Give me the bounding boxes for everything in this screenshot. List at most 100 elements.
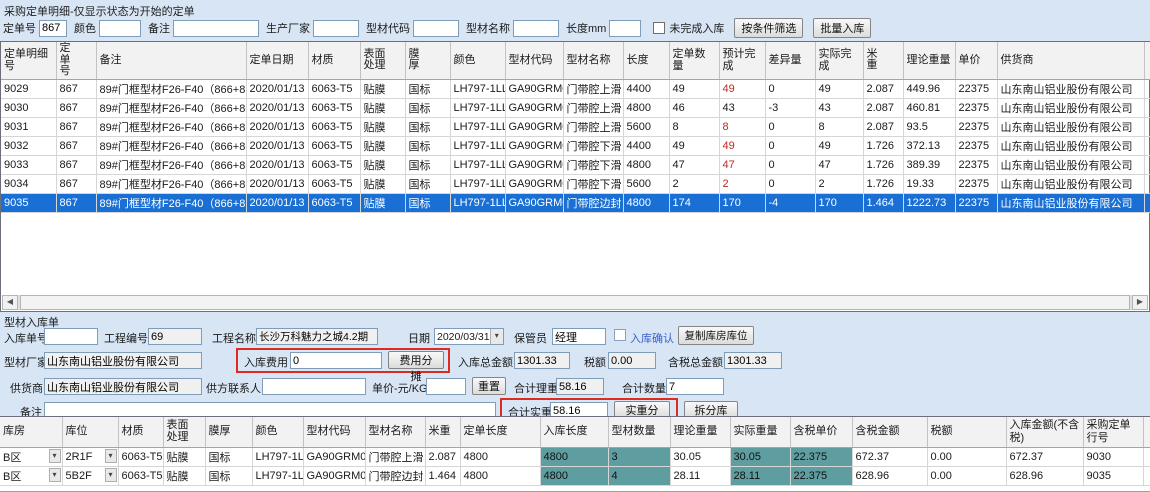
chevron-down-icon[interactable]: ▾ <box>105 449 117 463</box>
table-cell[interactable]: 1.464 <box>425 466 460 485</box>
table-cell[interactable]: 山东南山铝业股份有限公司 <box>997 117 1144 136</box>
column-header[interactable]: 型材数量 <box>608 417 670 447</box>
table-cell[interactable]: 4800 <box>623 155 669 174</box>
table-cell[interactable]: 山东南山铝业股份有限公司 <box>997 136 1144 155</box>
table-cell[interactable]: 贴膜 <box>360 193 405 212</box>
fee-allocate-button[interactable]: 费用分摊 <box>388 351 444 369</box>
tax-input[interactable] <box>608 352 656 369</box>
table-cell[interactable]: 门带腔上滑 <box>365 447 425 466</box>
column-header[interactable]: 入库长度 <box>540 417 608 447</box>
table-cell[interactable]: 47 <box>815 155 863 174</box>
table-cell[interactable]: 国标 <box>405 98 450 117</box>
table-cell[interactable]: 4 <box>608 466 670 485</box>
table-cell[interactable]: 672.37 <box>1006 447 1083 466</box>
unit-price-input[interactable] <box>426 378 466 395</box>
table-cell[interactable]: 0 <box>765 155 815 174</box>
table-cell[interactable]: 门带腔下滑 <box>563 155 623 174</box>
table-cell[interactable]: 372.13 <box>903 136 955 155</box>
table-cell[interactable]: 867 <box>56 174 96 193</box>
table-row[interactable]: B区▾5B2F▾6063-T5贴膜国标LH797-1LL0GA90GRM05门带… <box>0 466 1150 485</box>
table-cell[interactable]: 89#门框型材F26-F40（866+867） <box>96 98 246 117</box>
table-cell[interactable]: 国标 <box>205 447 252 466</box>
table-cell[interactable]: 2 <box>815 174 863 193</box>
table-cell[interactable]: 贴膜 <box>360 98 405 117</box>
scroll-right-icon[interactable]: ▶ <box>1132 295 1148 310</box>
table-cell[interactable]: GA90GRM03 <box>505 117 563 136</box>
table-cell[interactable]: 460.81 <box>903 98 955 117</box>
copy-location-button[interactable]: 复制库房库位 <box>678 326 754 345</box>
table-row[interactable]: 903286789#门框型材F26-F40（866+867）2020/01/13… <box>1 136 1150 155</box>
table-cell[interactable]: 170 <box>719 193 765 212</box>
table-cell[interactable]: 0 <box>765 174 815 193</box>
color-input[interactable] <box>99 20 141 37</box>
column-header[interactable]: 型材代码 <box>303 417 365 447</box>
remark-input[interactable] <box>173 20 259 37</box>
table-cell[interactable]: 1.726 <box>863 136 903 155</box>
table-cell[interactable]: 门带腔下滑 <box>563 174 623 193</box>
column-header[interactable]: 供货商 <box>997 42 1144 79</box>
table-cell[interactable]: 山东南山铝业股份有限公司 <box>997 193 1144 212</box>
table-cell[interactable]: 4400 <box>623 136 669 155</box>
table-cell[interactable]: 9031 <box>1 117 56 136</box>
table-cell[interactable]: 门带腔边封 <box>563 193 623 212</box>
table-cell[interactable]: 49 <box>815 79 863 98</box>
total-with-tax-input[interactable] <box>724 352 782 369</box>
table-cell[interactable]: GA90GRM04 <box>505 155 563 174</box>
table-cell[interactable]: 国标 <box>405 155 450 174</box>
table-cell[interactable]: 贴膜 <box>360 174 405 193</box>
table-cell[interactable]: 174 <box>669 193 719 212</box>
column-header[interactable]: 理论重量 <box>670 417 730 447</box>
chevron-down-icon[interactable]: ▾ <box>49 468 61 482</box>
column-header[interactable]: 米重 <box>425 417 460 447</box>
table-cell[interactable]: 6063-T5 <box>118 466 163 485</box>
table-cell[interactable]: GA90GRM03 <box>505 79 563 98</box>
table-cell[interactable]: 22375 <box>955 136 997 155</box>
table-cell[interactable]: 3 <box>608 447 670 466</box>
filter-by-condition-button[interactable]: 按条件筛选 <box>734 18 803 38</box>
table-cell[interactable]: 0 <box>765 117 815 136</box>
table-cell[interactable]: GA90GRM03 <box>303 447 365 466</box>
table-cell[interactable]: 0.00 <box>927 447 1006 466</box>
table-cell[interactable]: 2R1F▾ <box>62 447 118 466</box>
supplier-contact-input[interactable] <box>262 378 366 395</box>
table-cell[interactable]: GA90GRM03 <box>505 98 563 117</box>
project-no-input[interactable] <box>148 328 202 345</box>
table-row[interactable]: 903086789#门框型材F26-F40（866+867）2020/01/13… <box>1 98 1150 117</box>
table-cell[interactable]: 1222.73 <box>903 193 955 212</box>
table-cell[interactable]: LH797-1LL0 <box>450 98 505 117</box>
table-cell[interactable]: 672.37 <box>852 447 927 466</box>
table-row[interactable]: B区▾2R1F▾6063-T5贴膜国标LH797-1LL0GA90GRM03门带… <box>0 447 1150 466</box>
table-cell[interactable]: 867 <box>56 117 96 136</box>
column-header[interactable]: 型材代码 <box>505 42 563 79</box>
table-cell[interactable]: 49 <box>815 136 863 155</box>
table-cell[interactable]: 1.726 <box>863 155 903 174</box>
table-cell[interactable]: 5600 <box>623 174 669 193</box>
table-cell[interactable]: 国标 <box>405 117 450 136</box>
column-header[interactable]: 定单数量 <box>669 42 719 79</box>
table-cell[interactable]: -4 <box>765 193 815 212</box>
column-header[interactable]: 税额 <box>927 417 1006 447</box>
table-cell[interactable]: LH797-1LL0 <box>450 117 505 136</box>
table-cell[interactable]: 1.726 <box>863 174 903 193</box>
table-cell[interactable]: 2020/01/13 <box>246 79 308 98</box>
column-header[interactable]: 含税单价 <box>790 417 852 447</box>
table-cell[interactable]: 贴膜 <box>163 447 205 466</box>
table-cell[interactable]: 28.11 <box>670 466 730 485</box>
column-header[interactable]: 型材名称 <box>563 42 623 79</box>
table-cell[interactable]: 4800 <box>460 466 540 485</box>
total-theory-weight-input[interactable] <box>556 378 604 395</box>
length-input[interactable] <box>609 20 641 37</box>
table-cell[interactable]: 2020/01/13 <box>246 117 308 136</box>
table-cell[interactable]: 22375 <box>955 117 997 136</box>
table-cell[interactable]: 867 <box>56 79 96 98</box>
table-cell[interactable]: 山东南山铝业股份有限公司 <box>997 98 1144 117</box>
column-header[interactable]: 含税金额 <box>852 417 927 447</box>
column-header[interactable]: 定单日期 <box>246 42 308 79</box>
table-cell[interactable]: 门带腔下滑 <box>563 136 623 155</box>
table-cell[interactable]: 贴膜 <box>360 155 405 174</box>
reset-button[interactable]: 重置 <box>472 377 506 395</box>
table-cell[interactable]: 8 <box>669 117 719 136</box>
table-cell[interactable]: 0.00 <box>927 466 1006 485</box>
table-row[interactable]: 902986789#门框型材F26-F40（866+867）2020/01/13… <box>1 79 1150 98</box>
unfinished-inbound-checkbox[interactable] <box>653 22 665 34</box>
